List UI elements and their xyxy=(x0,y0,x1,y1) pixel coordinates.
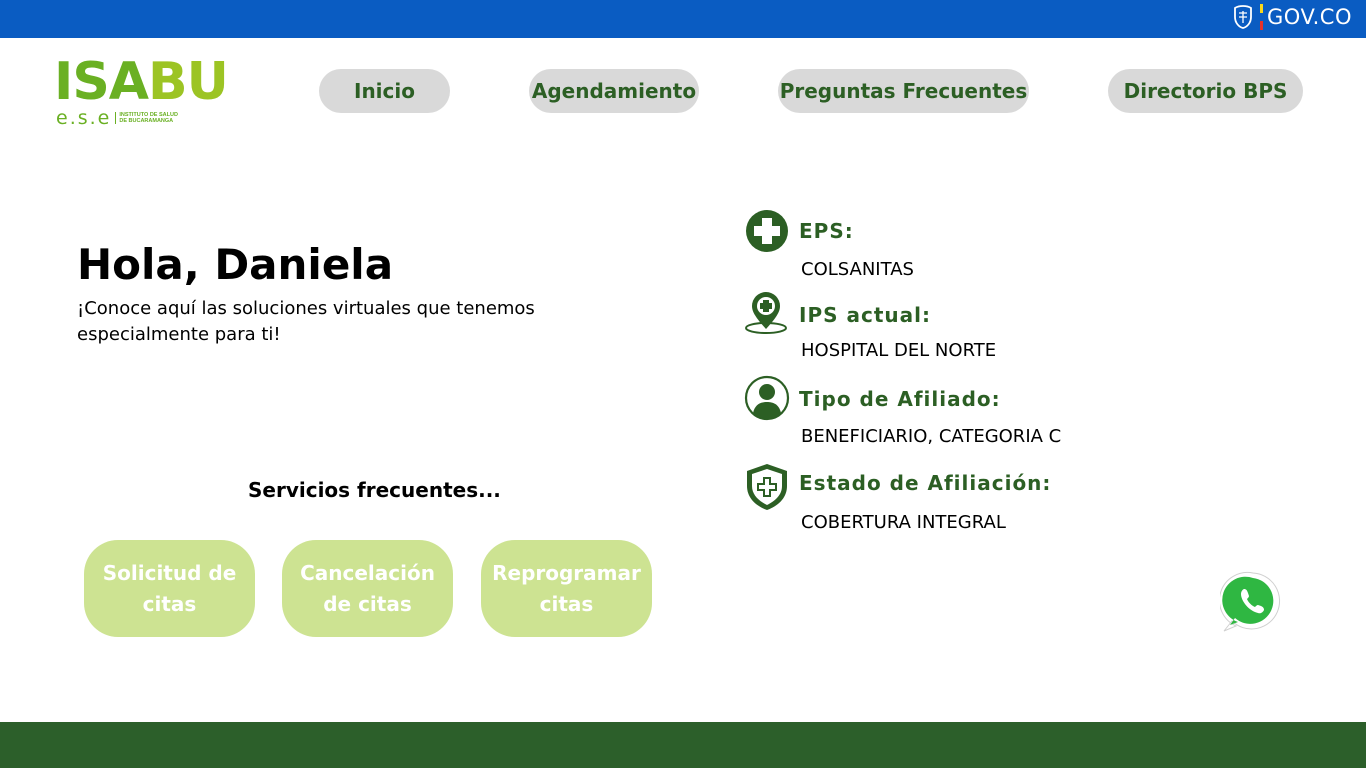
reprogramar-citas-button[interactable]: Reprogramar citas xyxy=(481,540,652,637)
gov-brand-label: GOV.CO xyxy=(1267,5,1352,29)
ips-value: HOSPITAL DEL NORTE xyxy=(801,340,997,361)
whatsapp-icon[interactable] xyxy=(1220,569,1286,635)
cancelacion-citas-button[interactable]: Cancelación de citas xyxy=(282,540,453,637)
estado-afiliacion-value: COBERTURA INTEGRAL xyxy=(801,512,1006,533)
coat-of-arms-icon xyxy=(1234,5,1252,29)
nav-agendamiento-button[interactable]: Agendamiento xyxy=(529,69,699,113)
gov-bar: GOV.CO xyxy=(0,0,1366,38)
logo-wordmark: ISABU xyxy=(54,52,229,112)
tipo-afiliado-value: BENEFICIARIO, CATEGORIA C xyxy=(801,426,1062,447)
nav-directorio-bps-button[interactable]: Directorio BPS xyxy=(1108,69,1303,113)
shield-cross-icon xyxy=(747,464,787,510)
greeting-title: Hola, Daniela xyxy=(77,240,394,289)
ips-label: IPS actual: xyxy=(799,303,931,327)
tipo-afiliado-label: Tipo de Afiliado: xyxy=(799,387,1001,411)
nav-inicio-button[interactable]: Inicio xyxy=(319,69,450,113)
isabu-logo[interactable]: ISABU e.s.e INSTITUTO DE SALUD DE BUCARAM… xyxy=(54,52,234,129)
flag-stripe xyxy=(1260,4,1264,31)
estado-afiliacion-label: Estado de Afiliación: xyxy=(799,471,1052,495)
footer-bar xyxy=(0,722,1366,768)
nav-preguntas-frecuentes-button[interactable]: Preguntas Frecuentes xyxy=(778,69,1029,113)
medical-cross-icon xyxy=(746,210,788,252)
location-pin-icon xyxy=(745,292,787,334)
user-icon xyxy=(744,375,790,421)
eps-value: COLSANITAS xyxy=(801,259,914,280)
solicitud-citas-button[interactable]: Solicitud de citas xyxy=(84,540,255,637)
intro-text: ¡Conoce aquí las soluciones virtuales qu… xyxy=(77,298,535,345)
eps-label: EPS: xyxy=(799,219,854,243)
logo-subtitle: e.s.e INSTITUTO DE SALUD DE BUCARAMANGA xyxy=(56,107,185,129)
services-title: Servicios frecuentes... xyxy=(248,478,501,502)
gov-brand[interactable]: GOV.CO xyxy=(1230,2,1352,32)
